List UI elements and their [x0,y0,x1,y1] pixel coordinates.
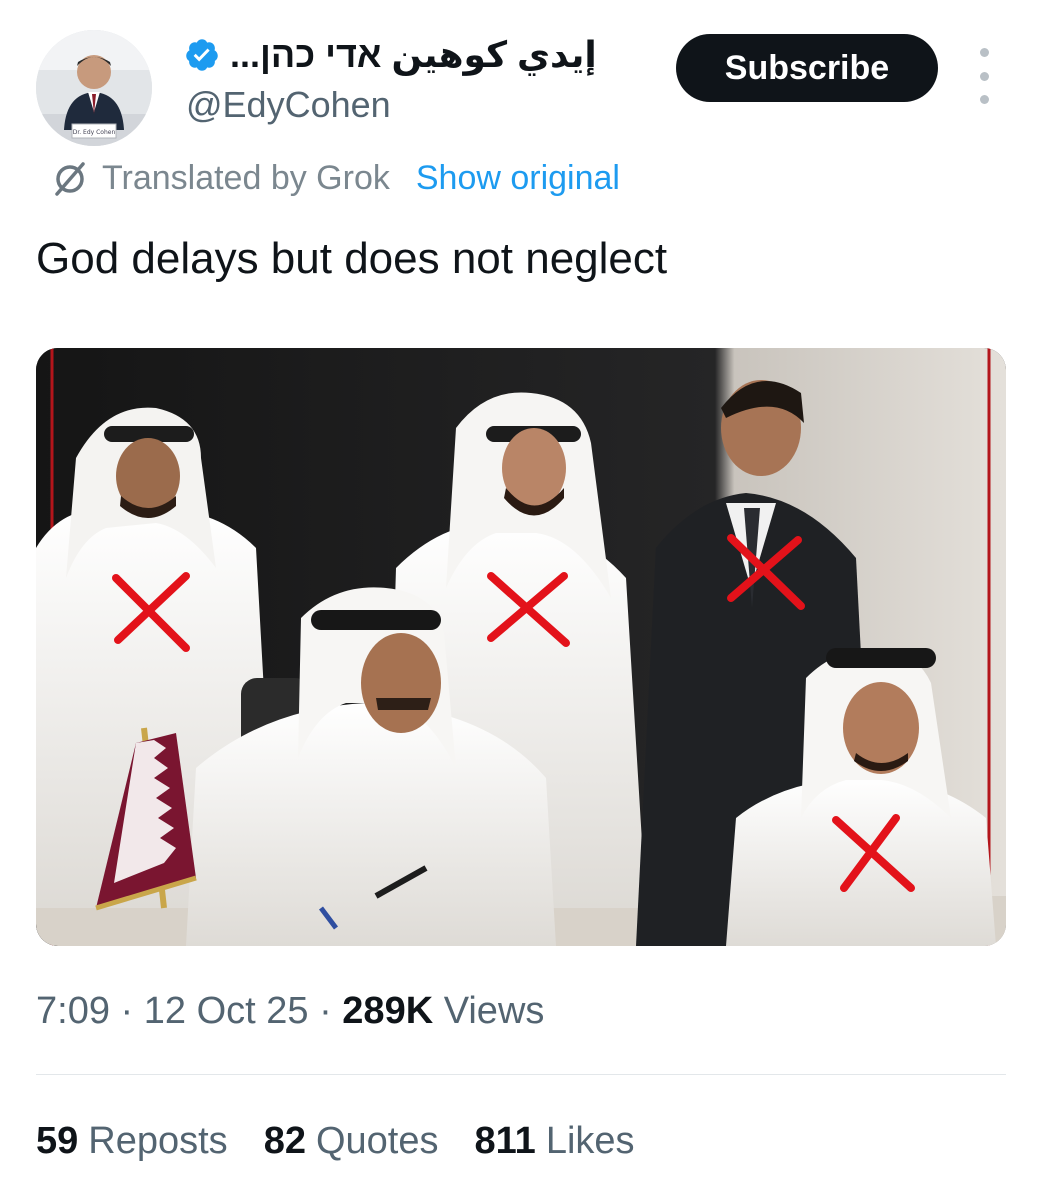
likes-label: Likes [545,1120,635,1162]
more-dot [979,48,989,57]
likes-stat[interactable]: 811 Likes [475,1120,635,1163]
tweet-meta: 7:09 · 12 Oct 25 · 289K Views [36,990,544,1033]
engagement-stats: 59 Reposts 82 Quotes 811 Likes [36,1120,635,1163]
reposts-count: 59 [36,1120,79,1162]
author-handle[interactable]: @EdyCohen [186,84,391,126]
translation-row: Translated by Grok Show original [48,156,620,200]
more-dot [979,71,989,81]
divider [36,1074,1006,1075]
reposts-stat[interactable]: 59 Reposts [36,1120,228,1163]
views-label: Views [443,990,545,1032]
avatar-placard-text: Dr. Edy Cohen [73,129,116,136]
meta-separator: · [319,990,332,1032]
tweet-media-photo[interactable] [36,348,1006,946]
show-original-link[interactable]: Show original [416,159,620,198]
author-avatar[interactable]: Dr. Edy Cohen [36,30,152,146]
quotes-stat[interactable]: 82 Quotes [264,1120,439,1163]
author-display-name[interactable]: إيدي كوهين אדי כהן... [230,34,597,76]
tweet-date[interactable]: 12 Oct 25 [144,990,309,1032]
tweet-header: Dr. Edy Cohen إيدي كوهين אדי כהן... @Edy… [36,20,1006,146]
subscribe-button[interactable]: Subscribe [676,34,938,102]
grok-icon [55,162,85,196]
author-name-row: إيدي كوهين אדי כהן... [184,34,597,76]
quotes-count: 82 [263,1120,306,1162]
tweet-time[interactable]: 7:09 [36,990,110,1032]
quotes-label: Quotes [315,1120,439,1162]
translated-by-label: Translated by Grok [102,158,390,197]
more-dot [979,95,989,104]
photo-illustration [36,348,1006,946]
views-count: 289K [342,990,434,1032]
tweet-text: God delays but does not neglect [36,234,668,283]
likes-count: 811 [474,1120,536,1162]
meta-separator: · [120,990,134,1032]
verified-badge-icon [186,39,218,71]
more-options-icon[interactable] [972,48,996,104]
reposts-label: Reposts [88,1120,228,1162]
